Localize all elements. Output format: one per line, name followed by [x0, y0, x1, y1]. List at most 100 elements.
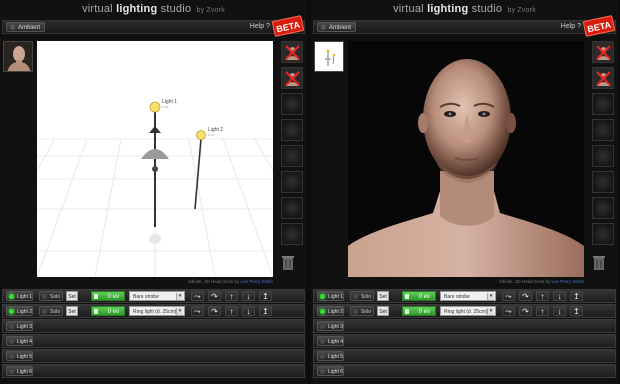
arrow-down-icon[interactable]: ↓ — [242, 306, 255, 316]
scan-credit: Infinite, 3D Head Scan by Lee Perry-Smit… — [37, 279, 273, 284]
arrow-up-icon[interactable]: ↑ — [225, 306, 238, 316]
light-row-3: Light 3 — [2, 319, 305, 333]
aim-icon[interactable]: ↥ — [259, 306, 272, 316]
ev-handle-icon — [405, 294, 409, 299]
light-toggle-button[interactable]: Light 6 — [6, 366, 33, 376]
rotate-icon[interactable]: ↷ — [208, 306, 221, 316]
modifier-select[interactable]: Bare strobe ▾ — [440, 291, 496, 301]
led-icon — [320, 339, 325, 344]
solo-label: Solo — [361, 294, 372, 300]
solo-button[interactable]: Solo — [39, 291, 63, 301]
led-icon — [9, 324, 14, 329]
light-toggle-button[interactable]: Light 3 — [317, 321, 344, 331]
light-row-2: Light 2 Solo Set 0 ev Ring light (d. 25c… — [313, 304, 616, 318]
rotate-icon[interactable]: ↷ — [519, 306, 532, 316]
arrow-down-icon[interactable]: ↓ — [242, 291, 255, 301]
light-slot-8[interactable] — [281, 223, 303, 245]
light-toggle-button[interactable]: Light 4 — [317, 336, 344, 346]
ev-field[interactable]: 0 ev — [91, 291, 125, 301]
arrow-down-icon[interactable]: ↓ — [553, 291, 566, 301]
aim-icon[interactable]: ↥ — [259, 291, 272, 301]
light-row-3: Light 3 — [313, 319, 616, 333]
arrow-up-icon[interactable]: ↑ — [225, 291, 238, 301]
beta-badge: BETA — [582, 15, 616, 37]
light-slot-6[interactable] — [281, 171, 303, 193]
move-icon[interactable]: ⤳ — [191, 291, 204, 301]
render-viewport[interactable] — [348, 41, 584, 277]
move-icon[interactable]: ⤳ — [191, 306, 204, 316]
light-slot-4[interactable] — [592, 119, 614, 141]
light-slot-2[interactable] — [592, 67, 614, 89]
set-button[interactable]: Set — [377, 306, 389, 316]
light-slot-7[interactable] — [281, 197, 303, 219]
scene-viewport[interactable]: Light 1 0 ev Light 2 0 ev — [37, 41, 273, 277]
led-on-icon — [9, 294, 14, 299]
trash-icon[interactable] — [592, 255, 606, 271]
light-toggle-button[interactable]: Light 5 — [317, 351, 344, 361]
scan-credit: Infinite, 3D Head Scan by Lee Perry-Smit… — [348, 279, 584, 284]
title-part-1: virtual — [82, 3, 113, 15]
move-icon[interactable]: ⤳ — [502, 291, 515, 301]
light-slot-1[interactable] — [592, 41, 614, 63]
scene-light1-ev: 0 ev — [162, 105, 169, 109]
light-slot-5[interactable] — [281, 145, 303, 167]
ev-field[interactable]: 0 ev — [91, 306, 125, 316]
set-button[interactable]: Set — [66, 291, 78, 301]
solo-button[interactable]: Solo — [350, 306, 374, 316]
ev-field[interactable]: 0 ev — [402, 306, 436, 316]
set-button[interactable]: Set — [377, 291, 389, 301]
light-toggle-button[interactable]: Light 3 — [6, 321, 33, 331]
ev-field[interactable]: 0 ev — [402, 291, 436, 301]
modifier-value: Ring light (d. 25cm) — [444, 309, 488, 315]
light-toggle-button[interactable]: Light 2 — [317, 306, 344, 316]
modifier-select[interactable]: Ring light (d. 25cm) ▾ — [129, 306, 185, 316]
head-thumbnail[interactable] — [3, 41, 33, 72]
light-slot-8[interactable] — [592, 223, 614, 245]
ev-value: 0 ev — [107, 309, 119, 315]
aim-icon[interactable]: ↥ — [570, 306, 583, 316]
light-toggle-button[interactable]: Light 1 — [317, 291, 344, 301]
ambient-button[interactable]: Ambient — [317, 22, 357, 32]
modifier-select[interactable]: Ring light (d. 25cm) ▾ — [440, 306, 496, 316]
light-slot-1[interactable] — [281, 41, 303, 63]
light-slot-5[interactable] — [592, 145, 614, 167]
arrow-up-icon[interactable]: ↑ — [536, 291, 549, 301]
light-toggle-button[interactable]: Light 2 — [6, 306, 33, 316]
title-part-1: virtual — [393, 3, 424, 15]
app-title: virtual lighting studio by Zvork — [311, 0, 618, 18]
trash-icon[interactable] — [281, 255, 295, 271]
light-row-2: Light 2 Solo Set 0 ev Ring light (d. 25c… — [2, 304, 305, 318]
light-source-off-icon — [285, 71, 300, 86]
aim-icon[interactable]: ↥ — [570, 291, 583, 301]
solo-button[interactable]: Solo — [350, 291, 374, 301]
light-toggle-button[interactable]: Light 6 — [317, 366, 344, 376]
modifier-value: Ring light (d. 25cm) — [133, 309, 177, 315]
light-slot-2[interactable] — [281, 67, 303, 89]
light-toggle-button[interactable]: Light 4 — [6, 336, 33, 346]
light-slot-4[interactable] — [281, 119, 303, 141]
light-slot-3[interactable] — [592, 93, 614, 115]
solo-button[interactable]: Solo — [39, 306, 63, 316]
help-link[interactable]: Help ? — [250, 23, 270, 30]
modifier-select[interactable]: Bare strobe ▾ — [129, 291, 185, 301]
move-icon[interactable]: ⤳ — [502, 306, 515, 316]
rotate-icon[interactable]: ↷ — [519, 291, 532, 301]
solo-label: Solo — [361, 309, 372, 315]
led-icon — [42, 294, 47, 299]
led-icon — [320, 324, 325, 329]
credit-link[interactable]: Lee Perry-Smith — [240, 279, 273, 284]
light-toggle-button[interactable]: Light 5 — [6, 351, 33, 361]
light-slot-7[interactable] — [592, 197, 614, 219]
light-slot-6[interactable] — [592, 171, 614, 193]
light-toggle-button[interactable]: Light 1 — [6, 291, 33, 301]
arrow-up-icon[interactable]: ↑ — [536, 306, 549, 316]
light-slot-3[interactable] — [281, 93, 303, 115]
set-button[interactable]: Set — [66, 306, 78, 316]
arrow-down-icon[interactable]: ↓ — [553, 306, 566, 316]
rotate-icon[interactable]: ↷ — [208, 291, 221, 301]
ambient-button[interactable]: Ambient — [6, 22, 46, 32]
credit-prefix: Infinite, 3D Head Scan by — [188, 279, 240, 284]
help-link[interactable]: Help ? — [561, 23, 581, 30]
credit-link[interactable]: Lee Perry-Smith — [551, 279, 584, 284]
scene-thumbnail[interactable] — [314, 41, 344, 72]
